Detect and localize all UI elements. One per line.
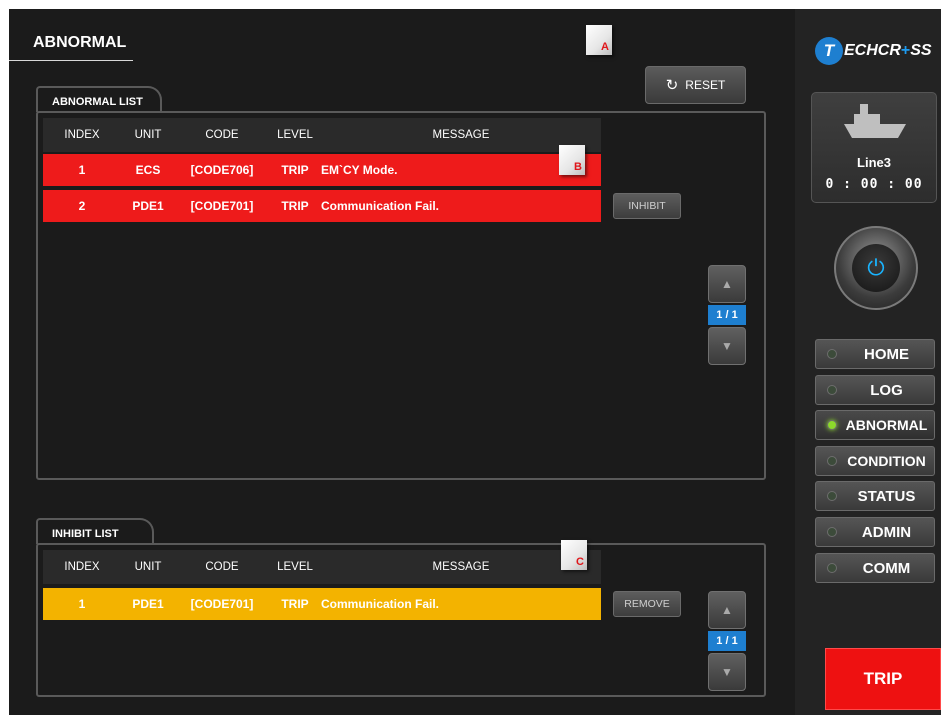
line-status-box: Line3 0 : 00 : 00 [811, 92, 937, 203]
abnormal-list-panel: INDEX UNIT CODE LEVEL MESSAGE 1 ECS [COD… [36, 111, 766, 480]
col-index: INDEX [64, 561, 100, 573]
status-led [827, 527, 837, 537]
logo-plus: + [900, 42, 911, 59]
inhibit-list-panel: INDEX UNIT CODE LEVEL MESSAGE C 1 PDE1 [… [36, 540, 766, 697]
refresh-icon: ↻ [665, 76, 679, 94]
col-unit: UNIT [134, 129, 162, 141]
row-index: 2 [78, 199, 86, 213]
remove-button[interactable]: REMOVE [613, 591, 681, 617]
table-row[interactable]: 1 ECS [CODE706] TRIP EM`CY Mode. [43, 154, 601, 186]
row-index: 1 [78, 163, 86, 177]
nav-log-label: LOG [870, 381, 903, 399]
col-message: MESSAGE [432, 561, 490, 573]
table-row[interactable]: 2 PDE1 [CODE701] TRIP Communication Fail… [43, 190, 601, 222]
col-level: LEVEL [277, 129, 313, 141]
row-message: Communication Fail. [321, 199, 440, 213]
row-level: TRIP [281, 199, 309, 213]
status-led [827, 420, 837, 430]
row-unit: PDE1 [132, 199, 164, 213]
nav-comm[interactable]: COMM [815, 553, 935, 583]
nav-condition-label: CONDITION [847, 453, 926, 469]
col-index: INDEX [64, 129, 100, 141]
chevron-down-icon: ▼ [721, 665, 733, 679]
status-led [827, 385, 837, 395]
logo-text-1: ECHCR [844, 42, 901, 59]
logo-mark: T [815, 37, 843, 65]
page-indicator: 1 / 1 [708, 631, 746, 651]
tab-inhibit-list: INHIBIT LIST [36, 518, 154, 544]
chevron-up-icon: ▲ [721, 603, 733, 617]
sidebar: T ECHCR + SS Line3 0 : 00 : 00 ⏻ HOME LOG … [795, 9, 941, 715]
status-led [827, 456, 837, 466]
nav-status[interactable]: STATUS [815, 481, 935, 511]
line-name: Line3 [857, 155, 891, 170]
line-time: 0 : 00 : 00 [825, 177, 923, 192]
nav-condition[interactable]: CONDITION [815, 446, 935, 476]
col-code: CODE [205, 129, 239, 141]
abnormal-table-header: INDEX UNIT CODE LEVEL MESSAGE [43, 118, 601, 152]
row-message: Communication Fail. [321, 597, 440, 611]
row-level: TRIP [281, 163, 309, 177]
marker-b-label: B [574, 161, 582, 173]
page-title: ABNORMAL [33, 34, 127, 51]
page-up-button[interactable]: ▲ [708, 265, 746, 303]
inhibit-table-header: INDEX UNIT CODE LEVEL MESSAGE [43, 550, 601, 584]
row-unit: ECS [135, 163, 161, 177]
row-code: [CODE701] [190, 199, 254, 213]
status-led [827, 349, 837, 359]
row-message: EM`CY Mode. [321, 163, 398, 177]
reset-button[interactable]: ↻ RESET [645, 66, 746, 104]
power-button[interactable]: ⏻ [834, 226, 918, 310]
page-indicator: 1 / 1 [708, 305, 746, 325]
col-level: LEVEL [277, 561, 313, 573]
col-code: CODE [205, 561, 239, 573]
nav-home-label: HOME [864, 345, 909, 363]
row-level: TRIP [281, 597, 309, 611]
row-code: [CODE701] [190, 597, 254, 611]
page-down-button[interactable]: ▼ [708, 653, 746, 691]
status-led [827, 563, 837, 573]
logo-text-2: SS [910, 42, 932, 59]
title-underline [9, 60, 133, 61]
nav-abnormal-label: ABNORMAL [845, 417, 928, 433]
marker-c-label: C [576, 556, 584, 568]
marker-c: C [561, 540, 587, 570]
ship-icon [844, 104, 906, 138]
nav-home[interactable]: HOME [815, 339, 935, 369]
inhibit-button[interactable]: INHIBIT [613, 193, 681, 219]
page-up-button[interactable]: ▲ [708, 591, 746, 629]
reset-button-label: RESET [685, 78, 726, 92]
nav-status-label: STATUS [857, 487, 916, 505]
tab-abnormal-list: ABNORMAL LIST [36, 86, 162, 112]
screen: ABNORMAL A ↻ RESET ABNORMAL LIST INDEX U… [9, 9, 941, 715]
nav-log[interactable]: LOG [815, 375, 935, 405]
row-index: 1 [78, 597, 86, 611]
row-code: [CODE706] [190, 163, 254, 177]
page-down-button[interactable]: ▼ [708, 327, 746, 365]
nav-admin[interactable]: ADMIN [815, 517, 935, 547]
nav-admin-label: ADMIN [861, 523, 912, 541]
chevron-up-icon: ▲ [721, 277, 733, 291]
main-area: ABNORMAL A ↻ RESET ABNORMAL LIST INDEX U… [9, 9, 795, 715]
trip-button[interactable]: TRIP [825, 648, 941, 710]
power-icon: ⏻ [852, 244, 900, 292]
status-led [827, 491, 837, 501]
techcross-logo: T ECHCR + SS [815, 37, 932, 65]
table-row[interactable]: 1 PDE1 [CODE701] TRIP Communication Fail… [43, 588, 601, 620]
row-unit: PDE1 [132, 597, 164, 611]
nav-abnormal[interactable]: ABNORMAL [815, 410, 935, 440]
marker-b: B [559, 145, 585, 175]
chevron-down-icon: ▼ [721, 339, 733, 353]
marker-a: A [586, 25, 612, 55]
nav-comm-label: COMM [862, 559, 911, 577]
marker-a-label: A [601, 41, 609, 53]
col-unit: UNIT [134, 561, 162, 573]
